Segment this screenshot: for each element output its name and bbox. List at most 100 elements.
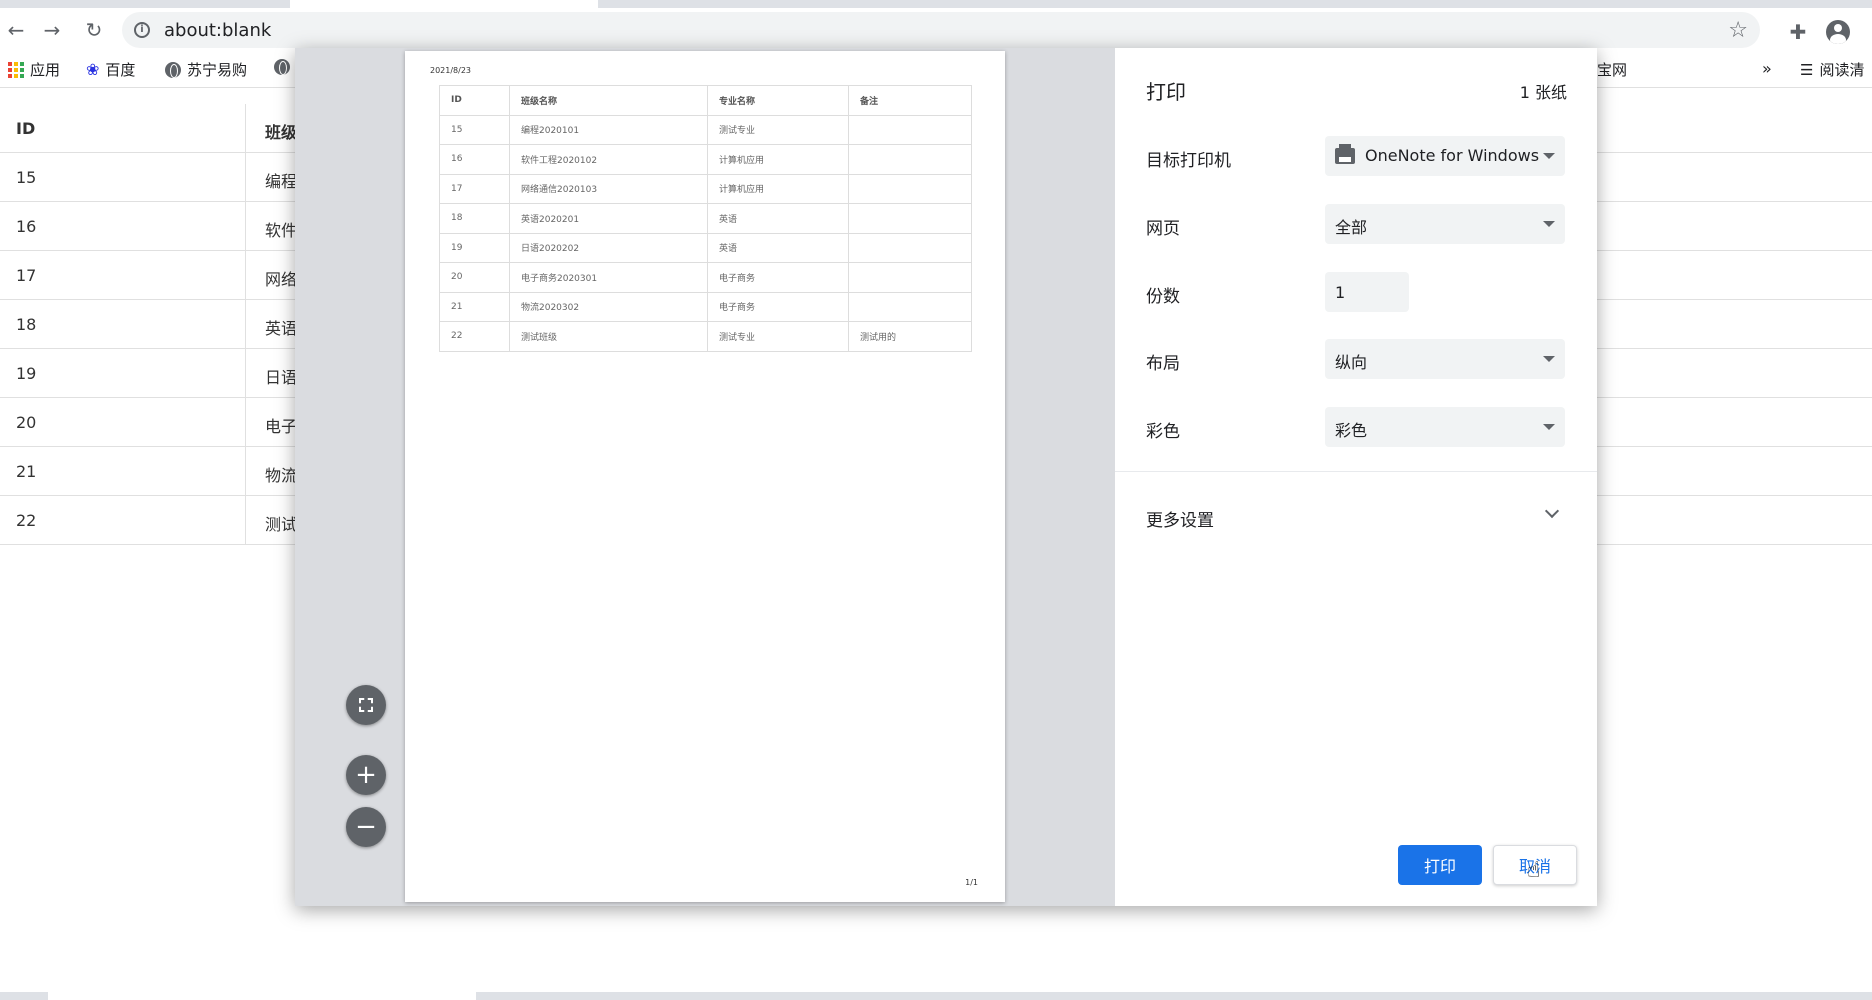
cell-note [848,291,972,322]
table-row: 17 网络通信2020103 计算机应用 [439,173,972,204]
cell-class: 电子 [265,417,298,436]
reading-list[interactable]: ☰ 阅读清 [1800,59,1864,80]
copies-input[interactable] [1325,272,1409,312]
table-row: 21 物流2020302 电子商务 [439,291,972,322]
cell-class-name: 英语2020201 [509,203,708,234]
cell-id: 21 [439,291,510,322]
bookmark-partial[interactable] [274,59,290,75]
layout-label: 布局 [1146,354,1180,374]
print-preview-area: 2021/8/23 ID 班级名称 专业名称 备注 15 编程2020101 测试专… [295,48,1115,906]
cell-class: 网络 [265,270,298,289]
cell-class: 英语 [265,319,298,338]
cell-note [848,114,972,145]
table-row: 16 软件工程2020102 计算机应用 [439,144,972,175]
active-tab[interactable] [290,0,598,8]
cell-class-name: 物流2020302 [509,291,708,322]
cell-major: 英语 [707,203,849,234]
bookmark-baidu[interactable]: ❀ 百度 [86,59,135,80]
print-dialog: 2021/8/23 ID 班级名称 专业名称 备注 15 编程2020101 测试专… [295,48,1597,906]
header-class: 班级 [265,123,298,142]
cell-major: 测试专业 [707,321,849,352]
preview-header-major: 专业名称 [707,85,849,116]
destination-value: OneNote for Windows [1365,146,1540,165]
table-row: 18 英语2020201 英语 [439,203,972,234]
cell-id: 20 [16,413,37,432]
info-icon[interactable]: i [134,22,150,38]
reload-icon[interactable]: ↻ [80,16,108,44]
destination-label: 目标打印机 [1146,151,1231,171]
pages-value: 全部 [1335,218,1368,237]
bookmark-apps[interactable]: 应用 [8,59,60,80]
extensions-icon[interactable]: ✚ [1784,18,1812,46]
back-icon[interactable]: ← [2,16,30,44]
layout-select[interactable]: 纵向 [1325,339,1565,379]
bookmark-suning[interactable]: 苏宁易购 [165,59,247,80]
preview-header-class-name: 班级名称 [509,85,708,116]
reading-list-icon: ☰ [1800,60,1814,79]
bookmark-apps-label: 应用 [30,61,61,79]
destination-select[interactable]: OneNote for Windows [1325,136,1565,176]
dropdown-caret-icon [1543,356,1555,362]
forward-icon[interactable]: → [38,16,66,44]
table-row: 22 测试班级 测试专业 测试用的 [439,321,972,352]
color-value: 彩色 [1335,421,1368,440]
bookmark-suning-label: 苏宁易购 [187,61,248,79]
cell-class-name: 电子商务2020301 [509,262,708,293]
color-select[interactable]: 彩色 [1325,407,1565,447]
cell-id: 17 [439,173,510,204]
cell-class-name: 编程2020101 [509,114,708,145]
cell-class-name: 网络通信2020103 [509,173,708,204]
cell-id: 15 [439,114,510,145]
header-id: ID [16,119,36,138]
bookmarks-overflow-chevron[interactable]: » [1762,59,1772,78]
print-title: 打印 [1146,80,1186,104]
dropdown-caret-icon [1543,153,1555,159]
cell-note [848,262,972,293]
cell-major: 电子商务 [707,262,849,293]
printer-icon [1335,144,1355,164]
bottom-bar [0,992,1872,1000]
print-settings-panel: 打印 1 张纸 目标打印机 OneNote for Windows 网页 全部 … [1115,48,1597,906]
bookmark-taobao-label: 宝网 [1597,61,1628,79]
cell-id: 15 [16,168,37,187]
column-divider [245,104,246,544]
cell-id: 19 [16,364,37,383]
dropdown-caret-icon [1543,221,1555,227]
cell-id: 22 [16,511,37,530]
minus-icon: − [355,812,377,842]
zoom-in-button[interactable]: + [346,755,386,795]
cell-class-name: 测试班级 [509,321,708,352]
globe-icon [274,59,290,75]
cell-id: 21 [16,462,37,481]
cell-id: 17 [16,266,37,285]
url-text[interactable]: about:blank [164,20,271,41]
dropdown-caret-icon [1543,424,1555,430]
pages-select[interactable]: 全部 [1325,204,1565,244]
table-row: 20 电子商务2020301 电子商务 [439,262,972,293]
preview-page-number: 1/1 [965,878,978,887]
apps-grid-icon [8,61,24,78]
cell-major: 计算机应用 [707,144,849,175]
bookmark-star-icon[interactable]: ☆ [1728,18,1748,43]
bookmark-baidu-label: 百度 [105,61,136,79]
bookmark-taobao[interactable]: 宝网 [1597,59,1627,80]
cell-id: 18 [439,203,510,234]
print-button[interactable]: 打印 [1398,845,1482,885]
cell-class: 编程 [265,172,298,191]
zoom-out-button[interactable]: − [346,807,386,847]
cell-id: 18 [16,315,37,334]
profile-avatar-icon[interactable] [1824,18,1852,46]
color-label: 彩色 [1146,422,1180,442]
cell-class-name: 软件工程2020102 [509,144,708,175]
more-settings-toggle[interactable]: 更多设置 [1146,506,1214,531]
address-bar[interactable]: i about:blank ☆ [122,12,1760,48]
fit-to-page-button[interactable] [346,685,386,725]
preview-header-row: ID 班级名称 专业名称 备注 [439,85,972,116]
cell-major: 电子商务 [707,291,849,322]
preview-page: 2021/8/23 ID 班级名称 专业名称 备注 15 编程2020101 测试专… [405,51,1005,902]
cell-note [848,232,972,263]
cell-major: 测试专业 [707,114,849,145]
table-row: 19 日语2020202 英语 [439,232,972,263]
chevron-down-icon[interactable] [1544,503,1560,519]
cell-major: 英语 [707,232,849,263]
